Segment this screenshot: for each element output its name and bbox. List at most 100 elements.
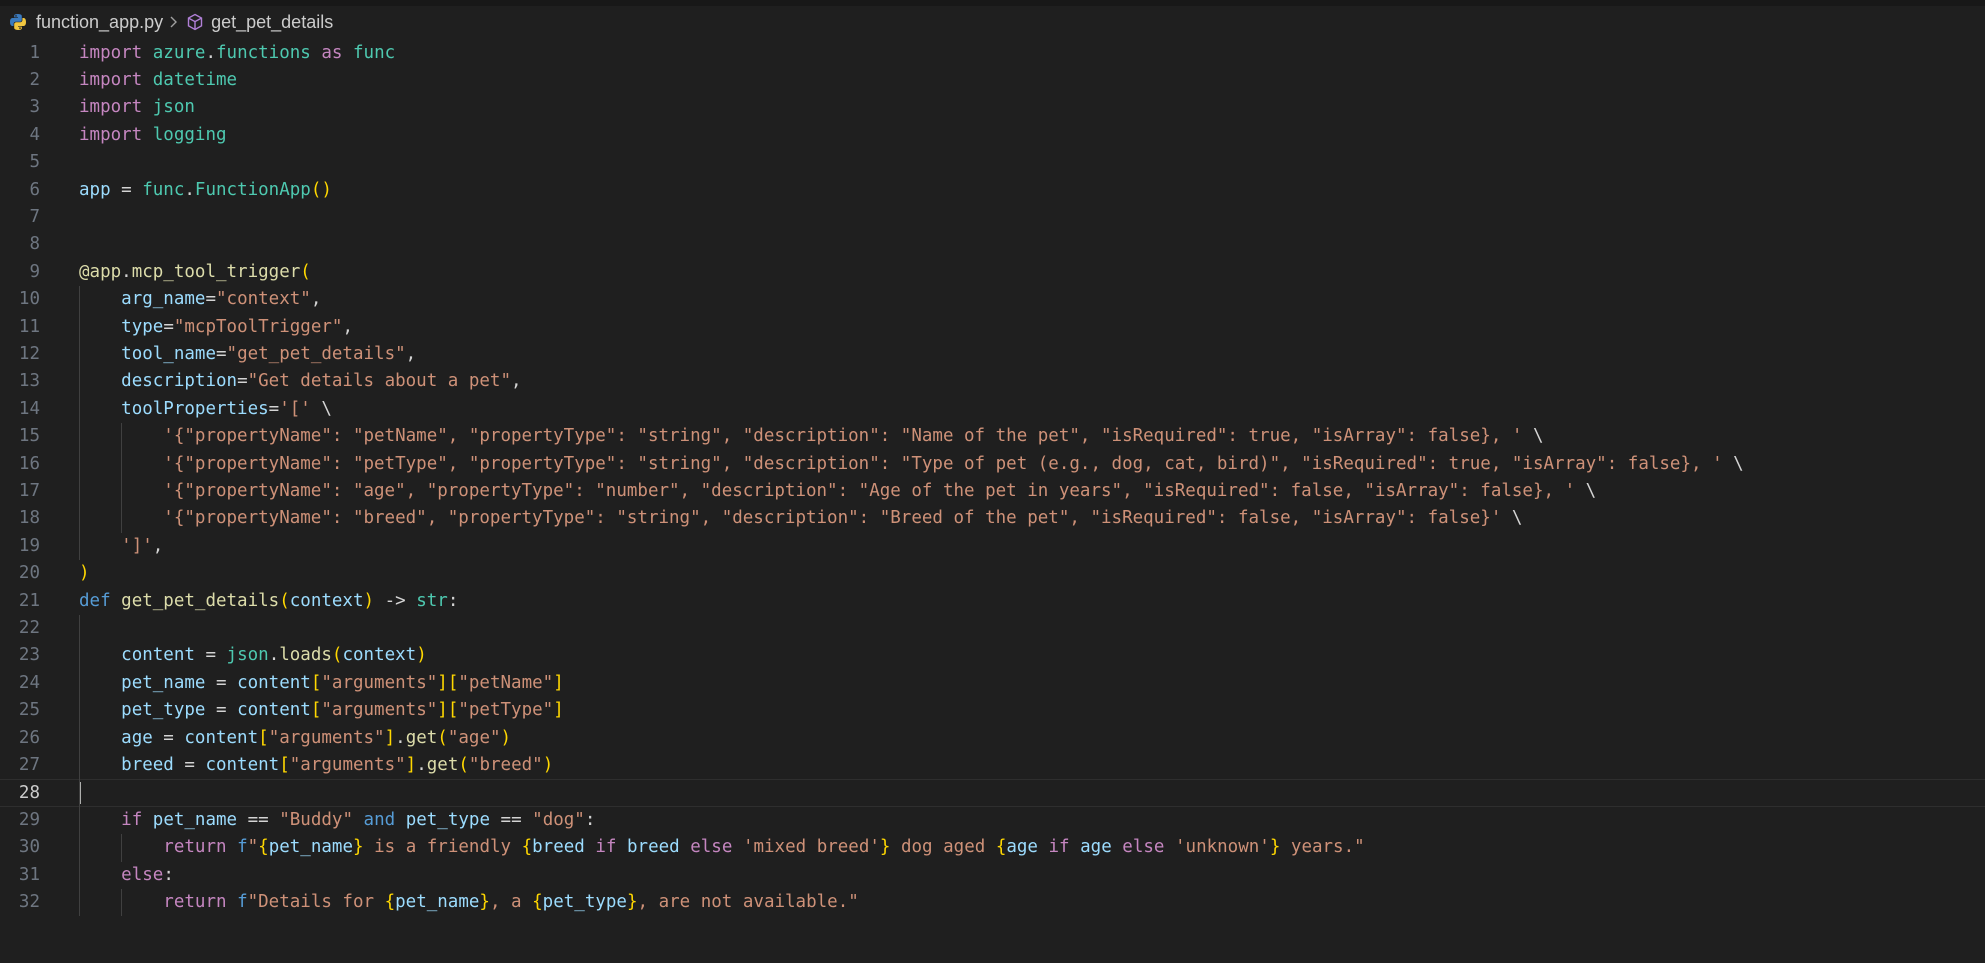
code-token: ) xyxy=(416,645,427,666)
code-line[interactable]: 29 if pet_name == "Buddy" and pet_type =… xyxy=(0,807,1985,834)
code-token: [ xyxy=(258,727,269,748)
code-line[interactable]: 9 @app.mcp_tool_trigger( xyxy=(0,259,1985,286)
breadcrumb-symbol[interactable]: get_pet_details xyxy=(185,12,333,33)
code-line[interactable]: 24 pet_name = content["arguments"]["petN… xyxy=(0,670,1985,697)
code-text: ) xyxy=(79,560,90,587)
line-number: 31 xyxy=(18,864,40,885)
code-text: import azure.functions as func xyxy=(79,40,395,67)
code-line[interactable]: 18 '{"propertyName": "breed", "propertyT… xyxy=(0,505,1985,532)
code-token: '{"propertyName": "petType", "propertyTy… xyxy=(163,453,1723,474)
code-line[interactable]: 4 import logging xyxy=(0,122,1985,149)
code-token: is a friendly xyxy=(363,837,522,858)
code-token: context xyxy=(342,645,417,666)
code-token: pet_type xyxy=(121,700,206,721)
breadcrumb-file[interactable]: function_app.py xyxy=(8,12,163,33)
code-line[interactable]: 21 def get_pet_details(context) -> str: xyxy=(0,588,1985,615)
code-line[interactable]: 1 import azure.functions as func xyxy=(0,40,1985,67)
code-token: pet_name xyxy=(152,809,238,830)
code-token: '{"propertyName": "age", "propertyType":… xyxy=(163,481,1576,501)
code-editor[interactable]: 1 import azure.functions as func 2 import d… xyxy=(0,38,1985,963)
code-line[interactable]: 3 import json xyxy=(0,94,1985,121)
code-token: } xyxy=(479,892,490,912)
code-token: . xyxy=(395,727,406,748)
code-token: = xyxy=(215,344,227,364)
code-token: type xyxy=(121,316,164,337)
code-text: '{"propertyName": "age", "propertyType":… xyxy=(79,478,1596,505)
code-token: ] xyxy=(384,727,396,748)
code-token: = xyxy=(205,289,216,310)
code-line[interactable]: 31 else: xyxy=(0,862,1985,889)
line-number: 24 xyxy=(18,672,40,693)
code-text: return f"Details for {pet_name}, a {pet_… xyxy=(79,889,858,916)
code-line[interactable]: 27 breed = content["arguments"].get("bre… xyxy=(0,752,1985,779)
code-token: . xyxy=(184,179,195,200)
code-line[interactable]: 23 content = json.loads(context) xyxy=(0,642,1985,669)
code-token: breed xyxy=(121,755,174,775)
code-token: pet_name xyxy=(121,672,206,693)
code-token: dog aged xyxy=(890,837,996,858)
indent-guide xyxy=(79,286,80,561)
code-line[interactable]: 20) xyxy=(0,560,1985,587)
code-text: @app.mcp_tool_trigger( xyxy=(79,259,311,286)
line-number: 15 xyxy=(18,426,40,447)
code-line[interactable]: 28 xyxy=(0,779,1985,807)
code-line[interactable]: 7 xyxy=(0,204,1985,231)
code-token: } xyxy=(353,837,364,858)
code-line[interactable]: 16 '{"propertyName": "petType", "propert… xyxy=(0,451,1985,478)
code-token: "petName" xyxy=(458,672,554,693)
code-token: ][ xyxy=(437,672,459,693)
code-line[interactable]: 30 return f"{pet_name} is a friendly {br… xyxy=(0,834,1985,861)
indent-guide xyxy=(121,423,123,533)
code-token: FunctionApp xyxy=(194,179,311,200)
code-line[interactable]: 5 xyxy=(0,149,1985,176)
code-line[interactable]: 13 description="Get details about a pet"… xyxy=(0,368,1985,395)
code-text: ']', xyxy=(79,533,163,560)
line-number: 6 xyxy=(29,179,40,200)
code-text: type="mcpToolTrigger", xyxy=(79,314,353,341)
code-token: json xyxy=(152,97,195,118)
code-line[interactable]: 14 toolProperties='[' \ xyxy=(0,396,1985,423)
code-token: ] xyxy=(553,700,564,721)
code-token: as xyxy=(321,42,343,63)
code-token: \ xyxy=(310,398,332,419)
code-line[interactable]: 26 age = content["arguments"].get("age") xyxy=(0,725,1985,752)
code-line[interactable]: 6 app = func.FunctionApp() xyxy=(0,177,1985,204)
code-token: func xyxy=(142,179,185,200)
code-line[interactable]: 32 return f"Details for {pet_name}, a {p… xyxy=(0,889,1985,916)
code-token: . xyxy=(268,645,280,666)
code-line[interactable]: 22 xyxy=(0,615,1985,642)
code-token: , xyxy=(342,316,353,337)
code-line[interactable]: 19 ']', xyxy=(0,533,1985,560)
code-token: ( xyxy=(331,645,343,666)
line-number: 29 xyxy=(18,809,40,830)
code-text: if pet_name == "Buddy" and pet_type == "… xyxy=(79,807,595,834)
breadcrumb: function_app.py get_pet_details xyxy=(0,6,1985,38)
code-token: " xyxy=(247,837,259,858)
code-line[interactable]: 8 xyxy=(0,231,1985,258)
code-text: def get_pet_details(context) -> str: xyxy=(79,588,458,615)
code-token: { xyxy=(532,892,543,912)
code-token: { xyxy=(521,837,533,858)
code-line[interactable]: 12 tool_name="get_pet_details", xyxy=(0,341,1985,368)
code-token: tool_name xyxy=(121,344,216,364)
code-line[interactable]: 11 type="mcpToolTrigger", xyxy=(0,314,1985,341)
code-token: \ xyxy=(1722,453,1744,474)
code-line[interactable]: 10 arg_name="context", xyxy=(0,286,1985,313)
code-token: else xyxy=(1122,837,1165,858)
code-token: = xyxy=(152,727,185,748)
code-line[interactable]: 25 pet_type = content["arguments"]["petT… xyxy=(0,697,1985,724)
code-token: ) xyxy=(500,727,512,748)
code-line[interactable]: 2 import datetime xyxy=(0,67,1985,94)
line-number: 16 xyxy=(18,453,40,474)
code-token: : xyxy=(163,864,174,885)
code-line[interactable]: 15 '{"propertyName": "petName", "propert… xyxy=(0,423,1985,450)
line-number: 22 xyxy=(18,618,40,638)
code-line[interactable]: 17 '{"propertyName": "age", "propertyTyp… xyxy=(0,478,1985,505)
code-token: "breed" xyxy=(468,755,543,775)
code-token: import xyxy=(79,42,143,63)
